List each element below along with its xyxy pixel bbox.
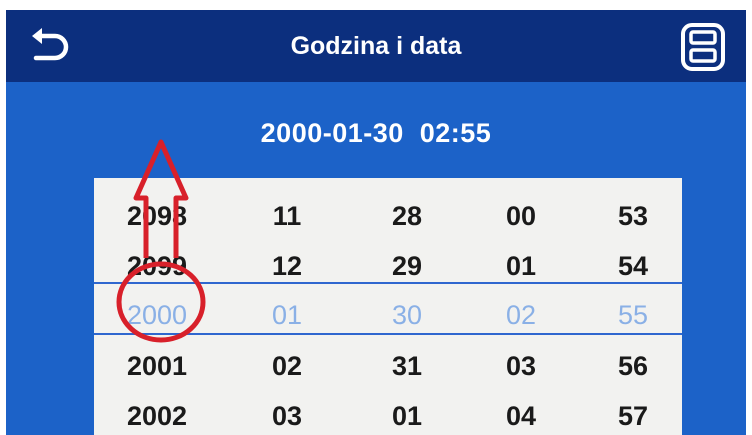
minute-option[interactable]: 54 (578, 240, 688, 292)
picker-row: 2001 02 31 03 56 (94, 340, 682, 392)
hour-option[interactable]: 01 (466, 240, 576, 292)
month-option[interactable]: 12 (232, 240, 342, 292)
day-option[interactable]: 31 (352, 340, 462, 392)
header-bar: Godzina i data (6, 10, 746, 82)
save-button[interactable] (679, 22, 727, 72)
month-option[interactable]: 02 (232, 340, 342, 392)
selection-bottom-line (94, 333, 682, 335)
current-datetime-display: 2000-01-30 02:55 (260, 118, 492, 148)
save-disk-icon (681, 23, 725, 71)
page-title: Godzina i data (290, 32, 462, 60)
datetime-settings-screen: Godzina i data 2000-01-30 02:55 2098 11 … (6, 10, 746, 435)
picker-row: 2098 11 28 00 53 (94, 190, 682, 242)
minute-option[interactable]: 53 (578, 190, 688, 242)
year-option[interactable]: 2099 (102, 240, 212, 292)
year-option[interactable]: 2002 (102, 390, 212, 435)
minute-option[interactable]: 56 (578, 340, 688, 392)
day-option[interactable]: 29 (352, 240, 462, 292)
datetime-picker[interactable]: 2098 11 28 00 53 2099 12 29 01 54 2000 0… (94, 178, 682, 435)
hour-option[interactable]: 00 (466, 190, 576, 242)
year-option[interactable]: 2001 (102, 340, 212, 392)
year-option[interactable]: 2098 (102, 190, 212, 242)
day-option[interactable]: 01 (352, 390, 462, 435)
picker-row: 2002 03 01 04 57 (94, 390, 682, 435)
selection-top-line (94, 282, 682, 284)
month-option[interactable]: 03 (232, 390, 342, 435)
day-option[interactable]: 28 (352, 190, 462, 242)
month-option[interactable]: 11 (232, 190, 342, 242)
hour-option[interactable]: 04 (466, 390, 576, 435)
picker-row: 2099 12 29 01 54 (94, 240, 682, 292)
minute-option[interactable]: 57 (578, 390, 688, 435)
hour-option[interactable]: 03 (466, 340, 576, 392)
